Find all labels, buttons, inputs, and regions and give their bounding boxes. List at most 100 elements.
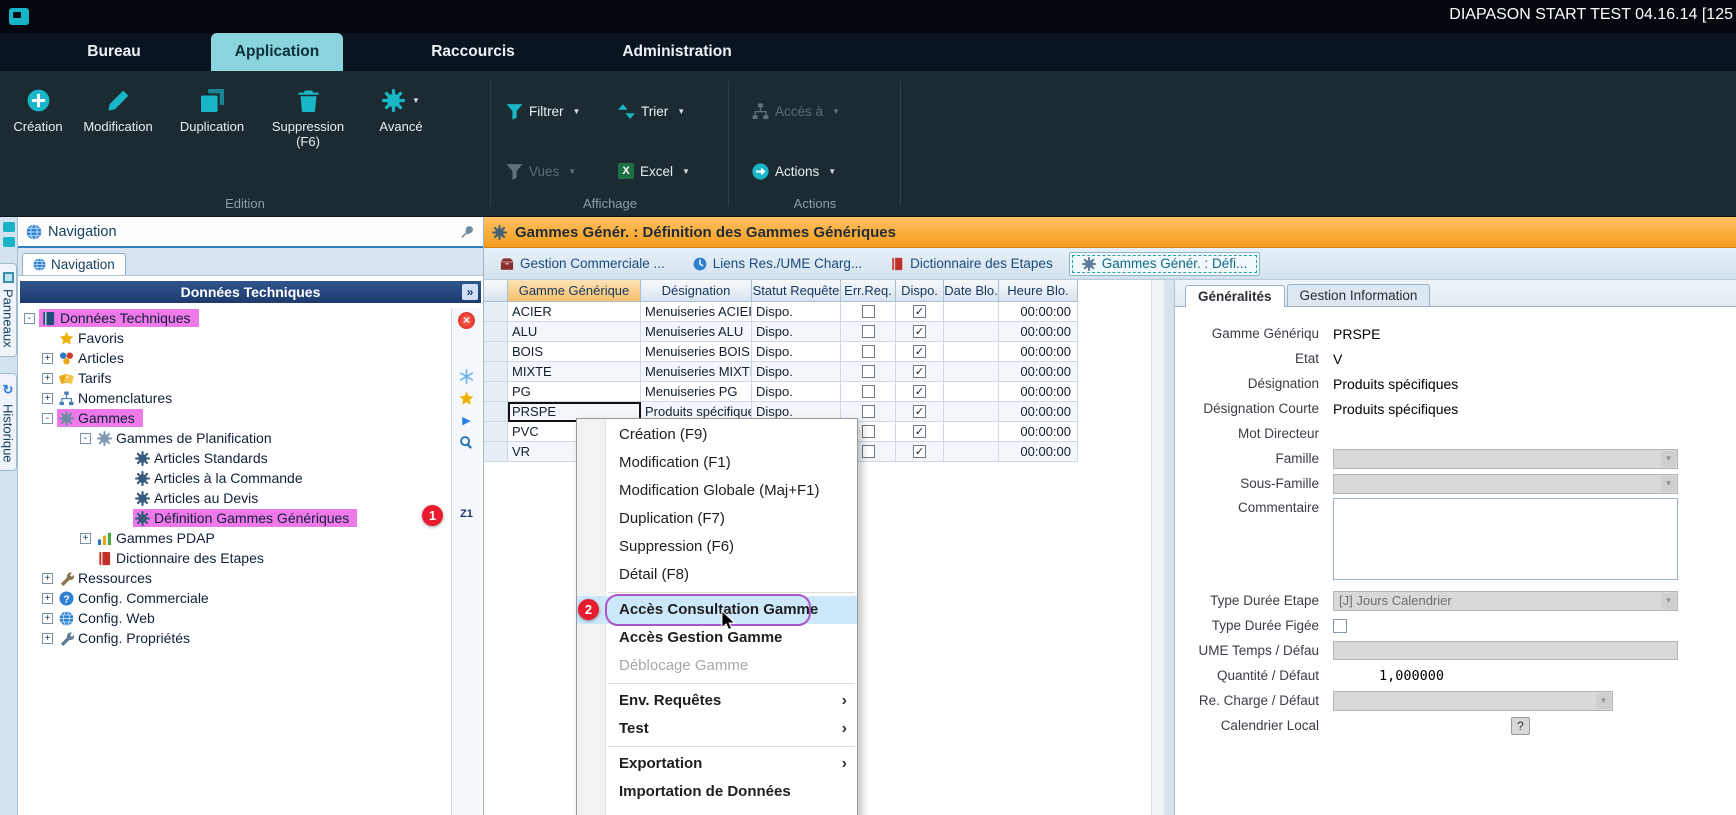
checkbox[interactable]	[862, 325, 875, 338]
acces-a-button[interactable]: Accès à ▼	[752, 99, 840, 123]
cell-dispo[interactable]: ✓	[896, 322, 944, 342]
favorites-button[interactable]	[457, 388, 477, 408]
cell-date-blo[interactable]	[944, 442, 999, 462]
suppression-button[interactable]: Suppression(F6)	[258, 87, 358, 149]
tree-item-favoris[interactable]: Favoris	[20, 328, 449, 348]
tree-item-articles-au-devis[interactable]: Articles au Devis	[20, 488, 449, 508]
filtrer-button[interactable]: Filtrer ▼	[506, 99, 580, 123]
commentaire-textarea[interactable]	[1333, 498, 1678, 580]
table-row[interactable]: ACIER Menuiseries ACIER Dispo. ✓ 00:00:0…	[484, 302, 1164, 322]
tab-administration[interactable]: Administration	[615, 33, 739, 71]
table-row[interactable]: ALU Menuiseries ALU Dispo. ✓ 00:00:00	[484, 322, 1164, 342]
checkbox[interactable]	[862, 345, 875, 358]
cell-heure-blo[interactable]: 00:00:00	[999, 382, 1078, 402]
checkbox[interactable]	[862, 385, 875, 398]
cell-dispo[interactable]: ✓	[896, 402, 944, 422]
checkbox[interactable]: ✓	[913, 305, 926, 318]
cell-statut[interactable]: Dispo.	[752, 362, 841, 382]
tree-item-tarifs[interactable]: + Tarifs	[20, 368, 449, 388]
cell-heure-blo[interactable]: 00:00:00	[999, 322, 1078, 342]
panel-icon[interactable]	[3, 237, 15, 247]
row-selector[interactable]	[484, 402, 508, 422]
menu-item-duplication[interactable]: Duplication (F7)	[577, 505, 857, 533]
tree-item-gammes-de-planification[interactable]: - Gammes de Planification	[20, 428, 449, 448]
checkbox[interactable]: ✓	[913, 405, 926, 418]
cell-err-req[interactable]	[841, 302, 896, 322]
tree-item-donnees-techniques[interactable]: - Données Techniques	[20, 308, 449, 328]
excel-button[interactable]: X Excel ▼	[618, 159, 690, 183]
checkbox[interactable]	[862, 425, 875, 438]
tree-item-config-commerciale[interactable]: + Config. Commerciale	[20, 588, 449, 608]
cell-code[interactable]: ALU	[508, 322, 641, 342]
row-selector[interactable]	[484, 322, 508, 342]
cell-date-blo[interactable]	[944, 402, 999, 422]
table-row[interactable]: PG Menuiseries PG Dispo. ✓ 00:00:00	[484, 382, 1164, 402]
menu-item-modification-globale[interactable]: Modification Globale (Maj+F1)	[577, 477, 857, 505]
menu-item-exportation[interactable]: Exportation ›	[577, 750, 857, 778]
cell-dispo[interactable]: ✓	[896, 362, 944, 382]
tree-item-dictionnaire-des-etapes[interactable]: Dictionnaire des Etapes	[20, 548, 449, 568]
tab-dictionnaire-des-etapes[interactable]: Dictionnaire des Etapes	[878, 252, 1065, 276]
cell-code[interactable]: MIXTE	[508, 362, 641, 382]
tab-gammes-gener-defi[interactable]: Gammes Génér. : Défi...	[1069, 252, 1261, 276]
checkbox[interactable]	[862, 445, 875, 458]
checkbox[interactable]	[862, 365, 875, 378]
close-panel-button[interactable]: ×	[457, 310, 477, 330]
cell-heure-blo[interactable]: 00:00:00	[999, 302, 1078, 322]
panel-icon[interactable]	[3, 222, 15, 232]
menu-item-detail[interactable]: Détail (F8)	[577, 561, 857, 589]
cell-statut[interactable]: Dispo.	[752, 322, 841, 342]
calendrier-help-button[interactable]: ?	[1511, 717, 1530, 735]
cell-heure-blo[interactable]: 00:00:00	[999, 422, 1078, 442]
cell-dispo[interactable]: ✓	[896, 302, 944, 322]
tree-item-nomenclatures[interactable]: + Nomenclatures	[20, 388, 449, 408]
panel-splitter[interactable]	[1164, 280, 1174, 815]
cell-heure-blo[interactable]: 00:00:00	[999, 402, 1078, 422]
famille-select[interactable]: ▾	[1333, 449, 1678, 469]
menu-item-acces-consultation-gamme[interactable]: Accès Consultation Gamme	[577, 596, 857, 624]
expander-icon[interactable]: +	[42, 393, 53, 404]
cell-dispo[interactable]: ✓	[896, 342, 944, 362]
checkbox[interactable]	[862, 405, 875, 418]
menu-item-env-requetes[interactable]: Env. Requêtes ›	[577, 687, 857, 715]
expander-icon[interactable]: +	[42, 593, 53, 604]
vertical-scrollbar[interactable]	[1151, 280, 1164, 815]
column-header-designation[interactable]: Désignation	[641, 280, 752, 302]
checkbox[interactable]	[862, 305, 875, 318]
cell-err-req[interactable]	[841, 342, 896, 362]
cell-designation[interactable]: Menuiseries ACIER	[641, 302, 752, 322]
cell-dispo[interactable]: ✓	[896, 382, 944, 402]
cell-heure-blo[interactable]: 00:00:00	[999, 442, 1078, 462]
goto-button[interactable]: ▶	[457, 410, 477, 430]
tab-liens-res-ume[interactable]: Liens Res./UME Charg...	[681, 252, 874, 276]
checkbox[interactable]: ✓	[913, 425, 926, 438]
cell-heure-blo[interactable]: 00:00:00	[999, 362, 1078, 382]
cell-designation[interactable]: Menuiseries ALU	[641, 322, 752, 342]
tab-bureau[interactable]: Bureau	[83, 33, 145, 71]
expander-icon[interactable]: +	[42, 633, 53, 644]
menu-item-acces-gestion-gamme[interactable]: Accès Gestion Gamme	[577, 624, 857, 652]
menu-item-creation[interactable]: Création (F9)	[577, 421, 857, 449]
row-selector[interactable]	[484, 422, 508, 442]
cell-designation[interactable]: Menuiseries PG	[641, 382, 752, 402]
table-row[interactable]: BOIS Menuiseries BOIS Dispo. ✓ 00:00:00	[484, 342, 1164, 362]
checkbox[interactable]: ✓	[913, 385, 926, 398]
cell-date-blo[interactable]	[944, 342, 999, 362]
column-header-err-req[interactable]: Err.Req.	[841, 280, 896, 302]
modification-button[interactable]: Modification	[70, 87, 166, 149]
vertical-tab-historique[interactable]: ↻ Historique	[0, 373, 17, 472]
expander-icon[interactable]: +	[42, 613, 53, 624]
expander-icon[interactable]: -	[80, 433, 91, 444]
field-value[interactable]: 1,000000	[1333, 668, 1444, 684]
actions-button[interactable]: Actions ▼	[752, 159, 836, 183]
menu-item-modification[interactable]: Modification (F1)	[577, 449, 857, 477]
cell-date-blo[interactable]	[944, 362, 999, 382]
tab-application[interactable]: Application	[211, 33, 343, 71]
column-header-date-blo[interactable]: Date Blo.	[944, 280, 999, 302]
checkbox[interactable]: ✓	[913, 445, 926, 458]
tab-gestion-commerciale[interactable]: Gestion Commerciale ...	[488, 252, 677, 276]
pin-icon[interactable]	[460, 224, 475, 239]
cell-dispo[interactable]: ✓	[896, 422, 944, 442]
search-button[interactable]	[457, 432, 477, 452]
checkbox[interactable]: ✓	[913, 345, 926, 358]
